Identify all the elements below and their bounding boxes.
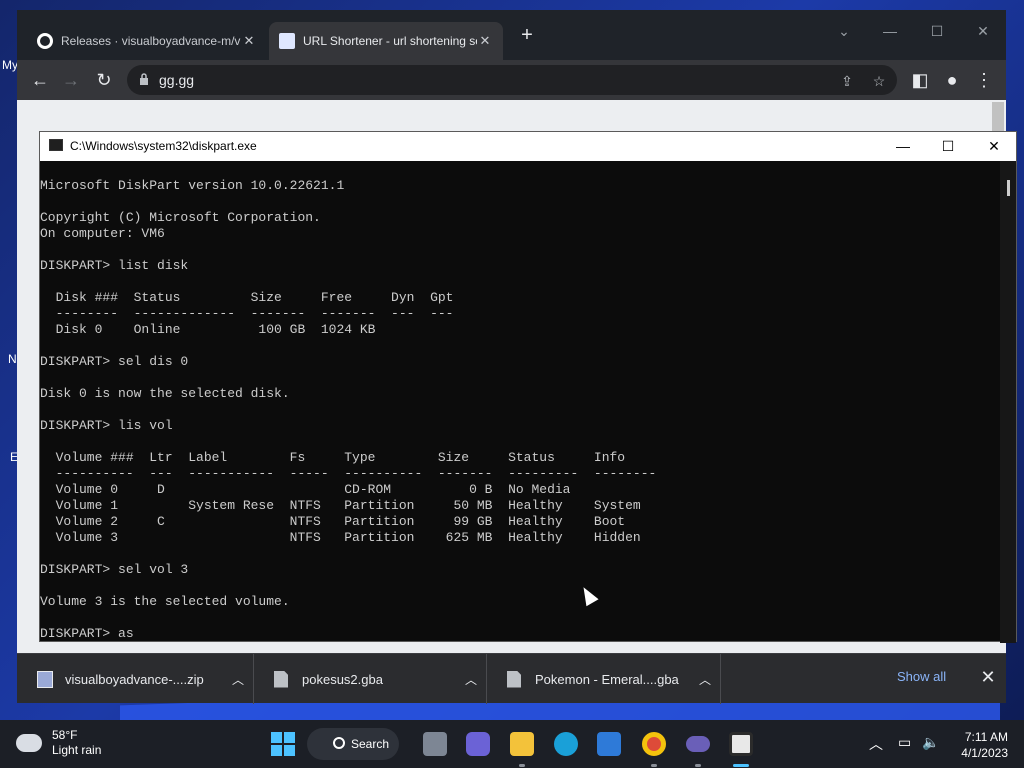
download-name: visualboyadvance-....zip [65,671,204,687]
active-indicator [733,764,749,767]
file-icon [274,670,288,688]
close-icon[interactable]: ✕ [960,16,1006,46]
search-icon [333,737,345,749]
chevron-up-icon[interactable]: ︿ [869,734,883,754]
close-tab-icon[interactable]: ✕ [241,33,257,49]
console-output[interactable]: Microsoft DiskPart version 10.0.22621.1 … [40,178,1002,643]
download-item-3[interactable]: Pokemon - Emeral....gba ︿ [487,654,721,704]
chevron-up-icon[interactable]: ︿ [690,671,720,688]
tab-search-icon[interactable]: ⌄ [821,16,867,46]
weather-temp: 58°F [52,728,78,742]
tab-url-shortener[interactable]: URL Shortener - url shortening service ✕ [269,22,503,60]
close-icon[interactable]: ✕ [971,132,1017,161]
console-titlebar[interactable]: C:\Windows\system32\diskpart.exe — ☐ ✕ [40,132,1016,161]
volume-icon[interactable]: 🔈 [922,734,939,751]
network-icon[interactable]: ▭ [898,734,911,751]
cloud-rain-icon [16,734,42,752]
zip-icon [37,670,53,688]
share-icon[interactable]: ⇪ [837,71,857,91]
console-scrollbar[interactable] [1000,161,1016,643]
download-name: pokesus2.gba [302,671,383,687]
tab-releases[interactable]: Releases · visualboyadvance-m/visualboya… [27,22,267,60]
console-window: C:\Windows\system32\diskpart.exe — ☐ ✕ M… [39,131,1017,643]
profile-icon[interactable]: ● [938,66,966,94]
start-icon[interactable] [271,732,295,756]
file-explorer-icon[interactable] [510,732,534,756]
download-bar: visualboyadvance-....zip ︿ pokesus2.gba … [17,653,1006,704]
back-icon[interactable]: ← [26,66,54,94]
address-bar[interactable]: gg.gg ⇪ ☆ [127,65,897,95]
tab-title: Releases · visualboyadvance-m/visualboya… [61,34,241,48]
console-icon [49,139,63,151]
maximize-icon[interactable]: ☐ [925,132,971,161]
forward-icon[interactable]: → [57,66,85,94]
bookmark-star-icon[interactable]: ☆ [869,71,889,91]
minimize-icon[interactable]: — [880,132,926,161]
tab-title: URL Shortener - url shortening service [303,34,477,48]
running-indicator [651,764,657,767]
chrome-icon[interactable] [642,732,666,756]
reload-icon[interactable]: ↻ [90,66,118,94]
download-item-1[interactable]: visualboyadvance-....zip ︿ [17,654,254,704]
clock-date: 4/1/2023 [961,746,1008,760]
file-icon [507,670,521,688]
link-icon [279,33,295,49]
terminal-icon[interactable] [729,732,753,756]
menu-icon[interactable]: ⋮ [970,66,998,94]
github-icon [37,33,53,49]
taskbar: 58°F Light rain Search ︿ ▭ 🔈 7:11 AM 4/1… [0,720,1024,768]
show-all-link[interactable]: Show all [897,669,946,684]
minimize-icon[interactable]: — [867,16,913,46]
weather-condition: Light rain [52,743,102,757]
running-indicator [519,764,525,767]
running-indicator [695,764,701,767]
close-icon[interactable]: ✕ [977,666,999,688]
clock[interactable]: 7:11 AM 4/1/2023 [950,729,1008,761]
edge-icon[interactable] [554,732,578,756]
browser-toolbar: ← → ↻ gg.gg ⇪ ☆ ◧ ● ⋮ [17,60,1006,100]
weather-widget[interactable]: 58°F Light rain [16,728,101,758]
desktop-label-2[interactable]: N [8,352,17,366]
console-scroll-thumb[interactable] [1007,180,1010,196]
taskbar-search[interactable]: Search [307,728,399,760]
store-icon[interactable] [597,732,621,756]
gamepad-icon[interactable] [686,736,710,752]
close-tab-icon[interactable]: ✕ [477,33,493,49]
new-tab-button[interactable]: + [515,24,539,48]
download-name: Pokemon - Emeral....gba [535,671,679,687]
lock-icon [140,73,148,85]
download-item-2[interactable]: pokesus2.gba ︿ [254,654,487,704]
chevron-up-icon[interactable]: ︿ [223,671,253,688]
search-label: Search [351,737,390,751]
tab-strip: Releases · visualboyadvance-m/visualboya… [17,10,1006,60]
maximize-icon[interactable]: ☐ [914,16,960,46]
desktop-label-1[interactable]: My [2,58,18,72]
address-text[interactable]: gg.gg [159,72,194,88]
task-view-icon[interactable] [423,732,447,756]
clock-time: 7:11 AM [964,730,1008,744]
teams-icon[interactable] [466,732,490,756]
side-panel-icon[interactable]: ◧ [906,66,934,94]
chevron-up-icon[interactable]: ︿ [456,671,486,688]
console-title: C:\Windows\system32\diskpart.exe [70,139,257,153]
